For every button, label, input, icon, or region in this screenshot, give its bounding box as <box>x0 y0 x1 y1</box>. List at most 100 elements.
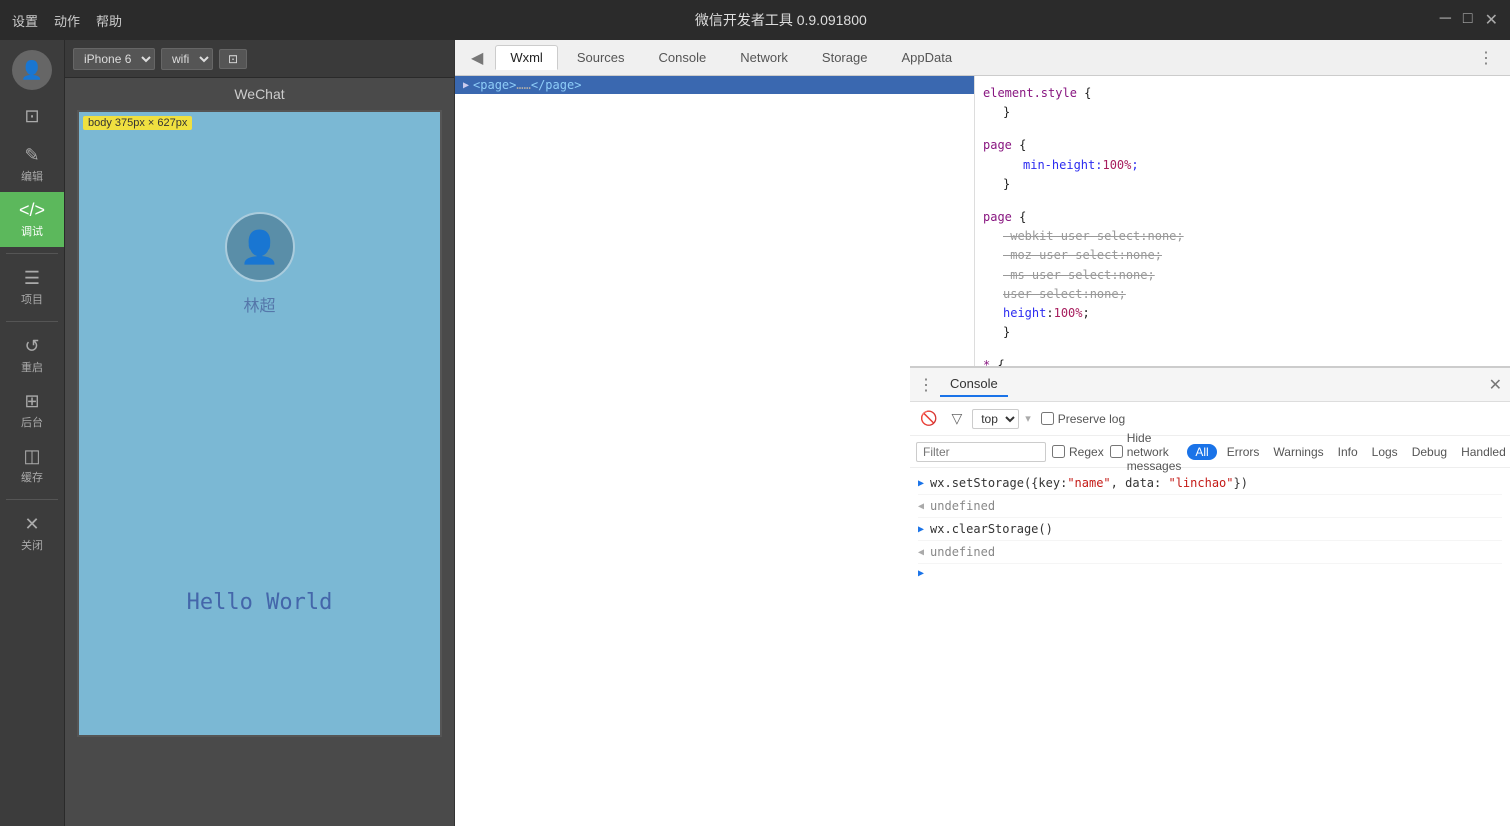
sidebar-label-backend: 后台 <box>21 414 43 430</box>
close-button[interactable]: ✕ <box>1485 10 1498 30</box>
tab-wxml[interactable]: Wxml <box>495 45 558 70</box>
hello-world-text: Hello World <box>187 590 333 615</box>
console-filter-icon-button[interactable]: ▽ <box>947 408 966 429</box>
css-ms-user-select: -ms-user-select:none; <box>983 266 1502 285</box>
sidebar-item-inspect[interactable]: ⊡ <box>0 98 64 137</box>
device-model-select[interactable]: iPhone 6 <box>73 48 155 70</box>
sidebar-item-project[interactable]: ☰ 项目 <box>0 260 64 315</box>
wxml-panel: ▶ <page> …… </page> <box>455 76 975 826</box>
network-select[interactable]: wifi <box>161 48 213 70</box>
user-avatar: 👤 <box>225 212 295 282</box>
sidebar-item-restart[interactable]: ↺ 重启 <box>0 328 64 383</box>
devtools-tab-bar: ◀ Wxml Sources Console Network Storage A… <box>455 40 1510 76</box>
console-close-button[interactable]: ✕ <box>1489 375 1502 395</box>
tab-sources[interactable]: Sources <box>562 45 640 70</box>
tab-appdata[interactable]: AppData <box>886 45 967 70</box>
filter-btn-debug[interactable]: Debug <box>1408 443 1451 461</box>
console-output: ▶ wx.setStorage({key:"name", data: "linc… <box>910 468 1510 826</box>
restart-icon: ↺ <box>24 336 39 357</box>
console-arrow-in-1: ▶ <box>918 476 924 491</box>
tab-storage[interactable]: Storage <box>807 45 883 70</box>
sidebar-label-close: 关闭 <box>21 537 43 553</box>
sidebar-divider-1 <box>6 253 57 254</box>
css-page-close-1: } <box>983 175 1502 194</box>
avatar[interactable]: 👤 <box>12 50 52 90</box>
css-user-select: user-select:none; <box>983 285 1502 304</box>
minimize-button[interactable]: ─ <box>1440 10 1451 30</box>
sidebar-label-restart: 重启 <box>21 359 43 375</box>
body-size-label: body 375px × 627px <box>83 116 192 130</box>
sidebar: 👤 ⊡ ✎ 编辑 </> 调试 ☰ 项目 ↺ 重启 ⊞ 后台 ◫ 缓存 <box>0 40 65 826</box>
hide-network-checkbox[interactable] <box>1110 445 1123 458</box>
filter-btn-all[interactable]: All <box>1187 444 1216 460</box>
close-sidebar-icon: ✕ <box>24 514 39 535</box>
device-screen: body 375px × 627px 👤 林超 Hello World <box>77 110 442 737</box>
inspect-button[interactable]: ⊡ <box>219 49 247 69</box>
console-input-line: ▶ <box>918 564 1502 581</box>
console-text-1: wx.setStorage({key:"name", data: "lincha… <box>930 474 1248 492</box>
console-clear-button[interactable]: 🚫 <box>916 408 941 429</box>
preserve-log-row: Preserve log <box>1041 412 1125 426</box>
css-webkit-user-select: -webkit-user-select:none; <box>983 227 1502 246</box>
device-toolbar: iPhone 6 wifi ⊡ <box>65 40 454 78</box>
console-text-4: undefined <box>930 543 995 561</box>
filter-btn-logs[interactable]: Logs <box>1368 443 1402 461</box>
filter-input[interactable] <box>916 442 1046 462</box>
console-more-icon[interactable]: ⋮ <box>918 375 934 395</box>
console-text-2: undefined <box>930 497 995 515</box>
css-moz-user-select: -moz-user-select:none; <box>983 246 1502 265</box>
filter-btn-info[interactable]: Info <box>1334 443 1362 461</box>
console-toolbar: 🚫 ▽ top ▾ Preserve log <box>910 402 1510 436</box>
inspect-icon: ⊡ <box>24 106 39 127</box>
app-title: 微信开发者工具 0.9.091800 <box>695 10 867 30</box>
user-profile: 👤 林超 <box>225 212 295 316</box>
preserve-log-checkbox[interactable] <box>1041 412 1054 425</box>
wxml-breadcrumb-row[interactable]: ▶ <page> …… </page> <box>455 76 974 94</box>
menu-settings[interactable]: 设置 <box>12 11 38 30</box>
console-tab-label[interactable]: Console <box>940 372 1008 397</box>
devtools-back-button[interactable]: ◀ <box>463 44 491 72</box>
sidebar-item-edit[interactable]: ✎ 编辑 <box>0 137 64 192</box>
devtools-panel: ◀ Wxml Sources Console Network Storage A… <box>455 40 1510 826</box>
console-arrow-out-2: ◀ <box>918 545 924 560</box>
user-name: 林超 <box>243 292 275 316</box>
regex-label: Regex <box>1069 445 1104 459</box>
sidebar-item-backend[interactable]: ⊞ 后台 <box>0 383 64 438</box>
window-controls[interactable]: ─ □ ✕ <box>1440 10 1498 30</box>
menu-left[interactable]: 设置 动作 帮助 <box>12 11 122 30</box>
console-arrow-in-2: ▶ <box>918 522 924 537</box>
filter-btn-warnings[interactable]: Warnings <box>1269 443 1327 461</box>
css-element-style-close: } <box>983 103 1502 122</box>
css-page-selector-1: page { <box>983 136 1502 155</box>
tab-console[interactable]: Console <box>644 45 722 70</box>
devtools-more-button[interactable]: ⋮ <box>1470 44 1502 72</box>
css-height: height:100%; <box>983 304 1502 323</box>
sidebar-label-debug: 调试 <box>21 223 43 239</box>
maximize-button[interactable]: □ <box>1463 10 1473 30</box>
css-page-selector-2: page { <box>983 208 1502 227</box>
wxml-expand-arrow[interactable]: ▶ <box>463 80 469 91</box>
regex-checkbox[interactable] <box>1052 445 1065 458</box>
console-context-select[interactable]: top <box>972 409 1019 429</box>
sidebar-label-edit: 编辑 <box>21 168 43 184</box>
sidebar-item-cache[interactable]: ◫ 缓存 <box>0 438 64 493</box>
css-element-style-selector: element.style { <box>983 84 1502 103</box>
backend-icon: ⊞ <box>24 391 39 412</box>
console-filter-row: Regex Hide network messages All Errors W… <box>910 436 1510 468</box>
cache-icon: ◫ <box>23 446 40 467</box>
filter-btn-errors[interactable]: Errors <box>1223 443 1264 461</box>
sidebar-item-debug[interactable]: </> 调试 <box>0 192 64 247</box>
hide-network-checkbox-row: Hide network messages <box>1110 431 1182 473</box>
console-tab-bar: ⋮ Console ✕ <box>910 368 1510 402</box>
sidebar-item-close[interactable]: ✕ 关闭 <box>0 506 64 561</box>
console-prompt-arrow: ▶ <box>918 568 924 579</box>
console-line-3: ▶ wx.clearStorage() <box>918 518 1502 541</box>
regex-checkbox-row: Regex <box>1052 445 1104 459</box>
tab-network[interactable]: Network <box>725 45 803 70</box>
device-app-title: WeChat <box>234 78 284 106</box>
console-arrow-out-1: ◀ <box>918 499 924 514</box>
filter-btn-handled[interactable]: Handled <box>1457 443 1510 461</box>
hide-network-label: Hide network messages <box>1127 431 1182 473</box>
menu-action[interactable]: 动作 <box>54 11 80 30</box>
menu-help[interactable]: 帮助 <box>96 11 122 30</box>
